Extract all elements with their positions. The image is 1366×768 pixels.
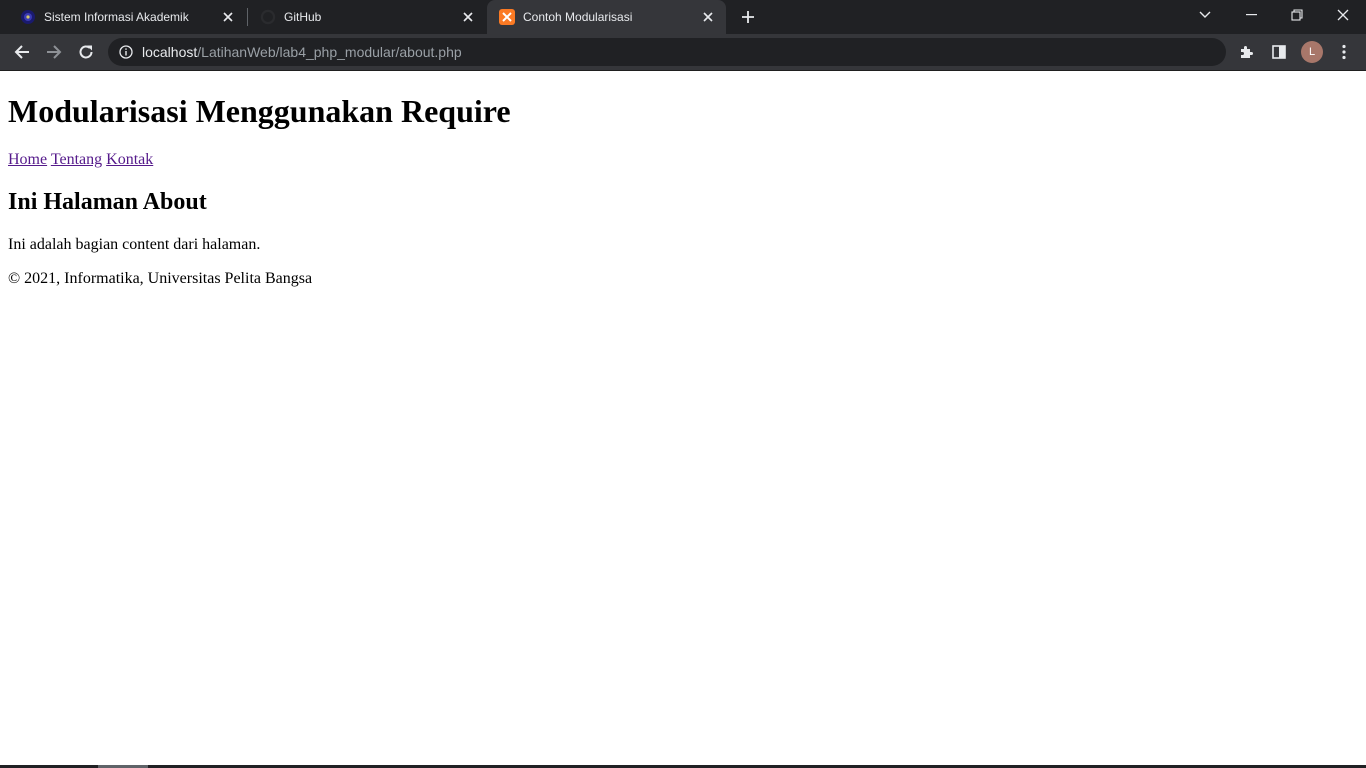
page-title: Modularisasi Menggunakan Require	[8, 93, 511, 129]
url-path: /LatihanWeb/lab4_php_modular/about.php	[197, 44, 462, 60]
tab-title: GitHub	[284, 10, 322, 24]
tab-github[interactable]: GitHub	[248, 0, 486, 34]
plus-icon	[742, 11, 754, 23]
tab-title: Contoh Modularisasi	[523, 10, 633, 24]
arrow-right-icon	[47, 45, 62, 59]
page-viewport: Modularisasi Menggunakan Require Home Te…	[0, 71, 1366, 765]
tab-search-button[interactable]	[1182, 0, 1228, 30]
content-text: Ini adalah bagian content dari halaman.	[8, 236, 261, 253]
new-tab-button[interactable]	[736, 5, 760, 29]
tab-strip: Sistem Informasi Akademik GitHub Contoh …	[0, 0, 1366, 34]
tab-contoh-modularisasi[interactable]: Contoh Modularisasi	[487, 0, 726, 34]
info-icon[interactable]	[119, 45, 133, 64]
close-tab-icon[interactable]	[460, 9, 476, 25]
close-tab-icon[interactable]	[220, 9, 236, 25]
tab-sistem-informasi-akademik[interactable]: Sistem Informasi Akademik	[0, 0, 246, 34]
arrow-left-icon	[14, 45, 29, 59]
menu-button[interactable]	[1332, 40, 1356, 64]
nav-menu: Home Tentang Kontak	[8, 151, 153, 169]
chevron-down-icon	[1199, 11, 1211, 18]
footer-text: © 2021, Informatika, Universitas Pelita …	[8, 270, 313, 287]
minimize-button[interactable]	[1228, 0, 1274, 30]
side-panel-icon	[1272, 45, 1286, 59]
university-logo-icon	[20, 9, 36, 25]
address-bar[interactable]: localhost/LatihanWeb/lab4_php_modular/ab…	[108, 38, 1226, 66]
github-icon	[260, 9, 276, 25]
kebab-menu-icon	[1342, 44, 1346, 60]
address-url: localhost/LatihanWeb/lab4_php_modular/ab…	[142, 44, 462, 60]
puzzle-icon	[1241, 46, 1253, 58]
section-heading: Ini Halaman About	[8, 189, 207, 215]
close-tab-icon[interactable]	[700, 9, 716, 25]
reload-icon	[79, 45, 93, 59]
forward-button[interactable]	[42, 40, 66, 64]
side-panel-button[interactable]	[1267, 40, 1291, 64]
extensions-button[interactable]	[1235, 40, 1259, 64]
avatar[interactable]: L	[1301, 41, 1323, 63]
tab-title: Sistem Informasi Akademik	[44, 10, 189, 24]
nav-link-tentang[interactable]: Tentang	[51, 151, 102, 168]
nav-link-home[interactable]: Home	[8, 151, 47, 168]
reload-button[interactable]	[74, 40, 98, 64]
nav-link-kontak[interactable]: Kontak	[106, 151, 153, 168]
close-icon	[1337, 9, 1349, 21]
restore-icon	[1291, 9, 1303, 21]
close-window-button[interactable]	[1320, 0, 1366, 30]
restore-button[interactable]	[1274, 0, 1320, 30]
url-host: localhost	[142, 44, 198, 60]
minimize-icon	[1245, 14, 1257, 16]
back-button[interactable]	[10, 40, 34, 64]
xampp-icon	[499, 9, 515, 25]
